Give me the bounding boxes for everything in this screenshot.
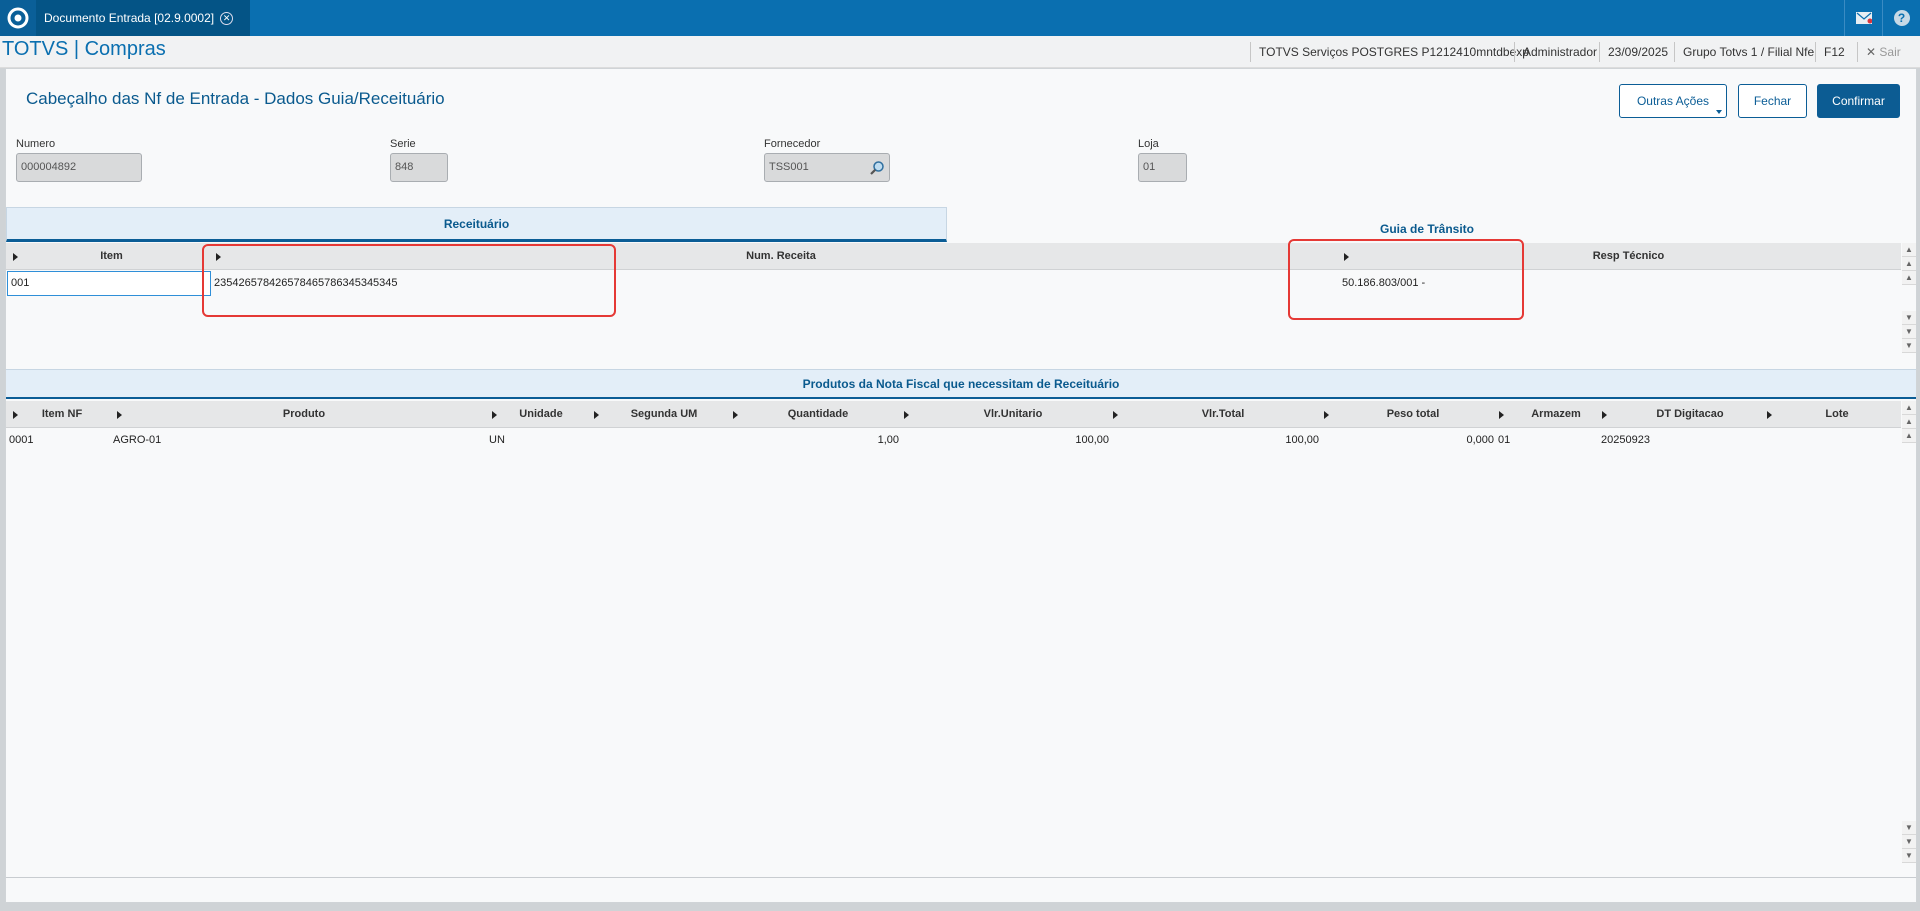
dropdown-caret-icon xyxy=(1716,110,1722,114)
scroll-page-down-icon[interactable]: ▼ xyxy=(1902,835,1916,849)
shortcut-f12[interactable]: F12 xyxy=(1815,42,1853,62)
close-tab-icon[interactable]: ✕ xyxy=(220,11,234,25)
cell-item-nf[interactable]: 0001 xyxy=(9,434,33,446)
confirmar-label: Confirmar xyxy=(1832,94,1885,108)
produtos-section-title: Produtos da Nota Fiscal que necessitam d… xyxy=(6,369,1916,399)
scroll-page-up-icon[interactable]: ▲ xyxy=(1902,257,1916,271)
col-dt-digitacao[interactable]: DT Digitacao xyxy=(1607,401,1773,428)
receituario-scrollbar[interactable]: ▲ ▲ ▲ ▼ ▼ ▼ xyxy=(1902,243,1916,367)
column-menu-icon[interactable] xyxy=(1499,411,1504,419)
totvs-logo-button[interactable] xyxy=(0,0,36,36)
help-button[interactable]: ? xyxy=(1882,0,1920,36)
scroll-top-icon[interactable]: ▲ xyxy=(1902,243,1916,257)
cell-unidade[interactable]: UN xyxy=(489,434,505,446)
serie-field[interactable]: 848 xyxy=(390,153,448,182)
scroll-up-icon[interactable]: ▲ xyxy=(1902,429,1916,443)
fornecedor-field[interactable]: TSS001 xyxy=(764,153,890,182)
user-info[interactable]: Administrador xyxy=(1514,42,1605,62)
top-tab-bar: Documento Entrada [02.9.0002] ✕ ? xyxy=(0,0,1920,36)
cell-armazem[interactable]: 01 xyxy=(1498,434,1510,446)
col-item-nf[interactable]: Item NF xyxy=(20,401,104,428)
footer-divider xyxy=(6,877,1916,878)
fornecedor-label: Fornecedor xyxy=(764,138,821,150)
document-tab[interactable]: Documento Entrada [02.9.0002] ✕ xyxy=(36,0,250,36)
numero-label: Numero xyxy=(16,138,56,150)
app-header: TOTVS | Compras TOTVS Serviços POSTGRES … xyxy=(0,36,1920,68)
cell-item[interactable]: 001 xyxy=(7,271,211,296)
exit-label: Sair xyxy=(1879,45,1901,59)
loja-label: Loja xyxy=(1138,138,1159,150)
scroll-down-icon[interactable]: ▼ xyxy=(1902,311,1916,325)
cell-dt-digitacao[interactable]: 20250923 xyxy=(1601,434,1650,446)
messages-button[interactable] xyxy=(1844,0,1882,36)
date-info[interactable]: 23/09/2025 xyxy=(1599,42,1676,62)
loja-field[interactable]: 01 xyxy=(1138,153,1187,182)
col-vlr-total[interactable]: Vlr.Total xyxy=(1118,401,1328,428)
branch-info[interactable]: Grupo Totvs 1 / Filial Nfe xyxy=(1674,42,1822,62)
outras-acoes-button[interactable]: Outras Ações xyxy=(1619,84,1727,118)
col-segunda-um[interactable]: Segunda UM xyxy=(599,401,729,428)
col-vlr-unitario[interactable]: Vlr.Unitario xyxy=(909,401,1117,428)
confirmar-button[interactable]: Confirmar xyxy=(1817,84,1900,118)
app-title: TOTVS | Compras xyxy=(2,38,166,60)
col-lote[interactable]: Lote xyxy=(1772,401,1902,428)
cell-quantidade[interactable]: 1,00 xyxy=(729,434,899,446)
mail-icon xyxy=(1855,12,1872,24)
tab-guia-de-transito[interactable]: Guia de Trânsito xyxy=(948,207,1906,242)
page-title: Cabeçalho das Nf de Entrada - Dados Guia… xyxy=(26,89,445,108)
col-armazem[interactable]: Armazem xyxy=(1505,401,1607,428)
col-quantidade[interactable]: Quantidade xyxy=(738,401,898,428)
scroll-down-icon[interactable]: ▼ xyxy=(1902,821,1916,835)
scroll-up-icon[interactable]: ▲ xyxy=(1902,271,1916,285)
col-unidade[interactable]: Unidade xyxy=(497,401,585,428)
highlight-box-resp-tecnico xyxy=(1288,239,1524,320)
help-icon: ? xyxy=(1893,10,1910,26)
scroll-bottom-icon[interactable]: ▼ xyxy=(1902,339,1916,353)
scroll-top-icon[interactable]: ▲ xyxy=(1902,401,1916,415)
search-icon[interactable] xyxy=(869,160,885,176)
scroll-bottom-icon[interactable]: ▼ xyxy=(1902,849,1916,863)
scroll-page-down-icon[interactable]: ▼ xyxy=(1902,325,1916,339)
col-produto[interactable]: Produto xyxy=(124,401,484,428)
column-menu-icon[interactable] xyxy=(117,411,122,419)
document-tab-label: Documento Entrada [02.9.0002] xyxy=(44,11,215,25)
cell-produto[interactable]: AGRO-01 xyxy=(113,434,161,446)
fechar-label: Fechar xyxy=(1753,94,1792,108)
main-panel: Cabeçalho das Nf de Entrada - Dados Guia… xyxy=(5,68,1917,903)
serie-label: Serie xyxy=(390,138,416,150)
cell-vlr-unitario[interactable]: 100,00 xyxy=(906,434,1109,446)
numero-field[interactable]: 000004892 xyxy=(16,153,142,182)
fornecedor-value: TSS001 xyxy=(769,161,809,173)
tab-receituario[interactable]: Receituário xyxy=(6,207,947,242)
cell-vlr-total[interactable]: 100,00 xyxy=(1116,434,1319,446)
outras-acoes-label: Outras Ações xyxy=(1636,94,1710,108)
scroll-page-up-icon[interactable]: ▲ xyxy=(1902,415,1916,429)
totvs-logo-icon xyxy=(7,7,29,29)
environment-info[interactable]: TOTVS Serviços POSTGRES P1212410mntdbexp xyxy=(1250,42,1537,62)
exit-icon: ✕ xyxy=(1866,45,1877,59)
column-menu-icon[interactable] xyxy=(13,253,18,261)
exit-button[interactable]: ✕ Sair xyxy=(1857,42,1909,62)
table-row[interactable]: 0001 AGRO-01 UN 1,00 100,00 100,00 0,000… xyxy=(6,429,1901,451)
fechar-button[interactable]: Fechar xyxy=(1738,84,1807,118)
col-peso-total[interactable]: Peso total xyxy=(1329,401,1497,428)
highlight-box-num-receita xyxy=(202,244,616,317)
produtos-grid-header: Item NF Produto Unidade Segunda UM Quant… xyxy=(6,401,1901,428)
column-menu-icon[interactable] xyxy=(13,411,18,419)
col-item[interactable]: Item xyxy=(24,243,199,270)
produtos-scrollbar[interactable]: ▲ ▲ ▲ ▼ ▼ ▼ xyxy=(1902,401,1916,877)
cell-peso-total[interactable]: 0,000 xyxy=(1326,434,1494,446)
